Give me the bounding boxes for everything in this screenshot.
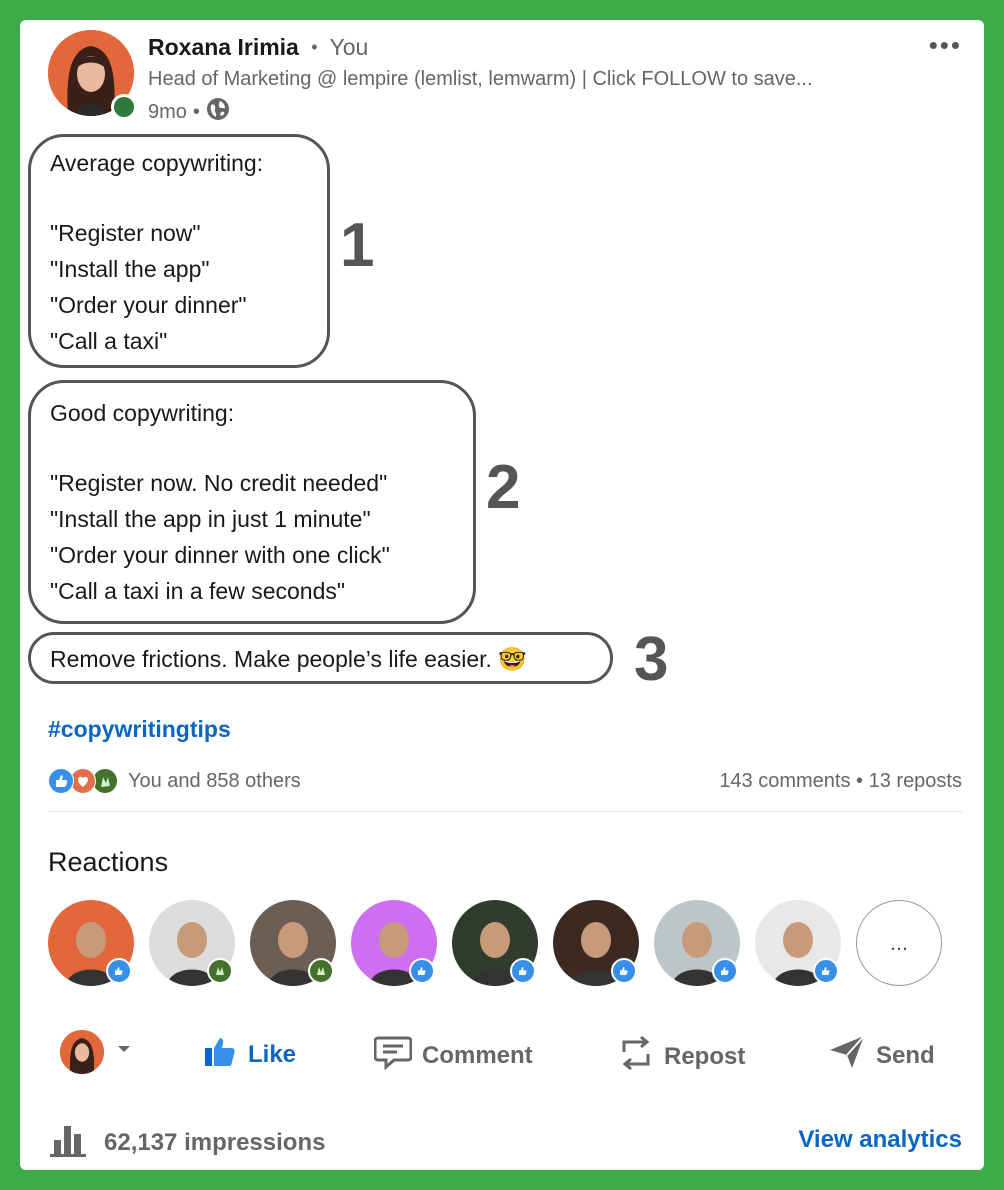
box1-line: "Install the app" xyxy=(50,256,210,282)
box1-number: 1 xyxy=(340,211,375,280)
reactor-avatar[interactable] xyxy=(48,900,134,986)
you-label: You xyxy=(329,34,369,60)
like-icon xyxy=(48,768,74,794)
box2-line: "Register now. No credit needed" xyxy=(50,470,388,496)
box2-number: 2 xyxy=(486,453,521,522)
reactor-avatar[interactable] xyxy=(654,900,740,986)
post-card: Roxana Irimia • You Head of Marketing @ … xyxy=(20,20,984,1170)
impressions[interactable]: 62,137 impressions xyxy=(48,1120,325,1165)
box1-title: Average copywriting: xyxy=(50,150,264,176)
reactor-avatar[interactable] xyxy=(149,900,235,986)
reactions-count[interactable]: You and 858 others xyxy=(128,770,301,793)
box2-line: "Order your dinner with one click" xyxy=(50,542,390,568)
comment-icon xyxy=(373,1034,413,1077)
impressions-count: 62,137 impressions xyxy=(104,1128,326,1156)
box3-number: 3 xyxy=(634,625,669,694)
like-badge-icon xyxy=(712,958,738,984)
reactions-summary[interactable]: You and 858 others xyxy=(48,768,301,794)
good-copy-box: Good copywriting: "Register now. No cred… xyxy=(28,380,476,624)
celebrate-badge-icon xyxy=(308,958,334,984)
action-bar: Like Comment Repost Send xyxy=(20,1026,984,1082)
post-age: 9mo xyxy=(148,100,187,123)
repost-icon xyxy=(618,1034,654,1079)
like-badge-icon xyxy=(106,958,132,984)
conclusion-text: Remove frictions. Make people’s life eas… xyxy=(50,646,527,672)
send-button[interactable]: Send xyxy=(828,1034,935,1077)
name-separator: • xyxy=(311,37,318,57)
celebrate-badge-icon xyxy=(207,958,233,984)
reactor-avatar[interactable] xyxy=(351,900,437,986)
bar-chart-icon xyxy=(48,1120,88,1165)
box1-line: "Register now" xyxy=(50,220,201,246)
box1-line: "Order your dinner" xyxy=(50,292,247,318)
reactor-avatar[interactable] xyxy=(553,900,639,986)
comment-button[interactable]: Comment xyxy=(373,1034,533,1077)
reactors-row: ... xyxy=(48,900,948,990)
reactor-avatar[interactable] xyxy=(755,900,841,986)
author-headline: Head of Marketing @ lempire (lemlist, le… xyxy=(148,68,813,90)
like-badge-icon xyxy=(611,958,637,984)
box2-title: Good copywriting: xyxy=(50,400,235,426)
chevron-down-icon xyxy=(114,1038,134,1066)
my-avatar xyxy=(60,1030,104,1074)
divider xyxy=(48,811,962,812)
meta-separator: • xyxy=(192,100,200,123)
reactor-avatar[interactable] xyxy=(452,900,538,986)
reaction-icons xyxy=(48,768,124,794)
reactor-avatar[interactable] xyxy=(250,900,336,986)
view-analytics-link[interactable]: View analytics xyxy=(798,1126,962,1154)
send-icon xyxy=(828,1034,866,1077)
repost-button[interactable]: Repost xyxy=(618,1034,745,1079)
conclusion-box: Remove frictions. Make people’s life eas… xyxy=(28,632,613,684)
like-button[interactable]: Like xyxy=(202,1034,296,1075)
average-copy-box: Average copywriting: "Register now" "Ins… xyxy=(28,134,330,368)
box2-line: "Install the app in just 1 minute" xyxy=(50,506,371,532)
more-options-button[interactable]: ••• xyxy=(929,30,962,61)
like-badge-icon xyxy=(409,958,435,984)
post-meta: 9mo • xyxy=(148,97,230,127)
globe-icon xyxy=(206,97,230,127)
reaction-identity-selector[interactable] xyxy=(60,1030,134,1074)
box2-line: "Call a taxi in a few seconds" xyxy=(50,578,346,604)
comments-reposts-count[interactable]: 143 comments • 13 reposts xyxy=(719,770,962,793)
reactions-heading: Reactions xyxy=(48,847,169,877)
like-badge-icon xyxy=(813,958,839,984)
more-reactors-button[interactable]: ... xyxy=(856,900,942,986)
box1-line: "Call a taxi" xyxy=(50,328,168,354)
footer: 62,137 impressions View analytics xyxy=(48,1120,962,1164)
thumbs-up-icon xyxy=(202,1034,238,1075)
author-name[interactable]: Roxana Irimia xyxy=(148,34,299,60)
like-badge-icon xyxy=(510,958,536,984)
author-line: Roxana Irimia • You xyxy=(148,34,368,61)
online-status-dot xyxy=(111,94,137,120)
hashtag-link[interactable]: #copywritingtips xyxy=(48,716,231,743)
